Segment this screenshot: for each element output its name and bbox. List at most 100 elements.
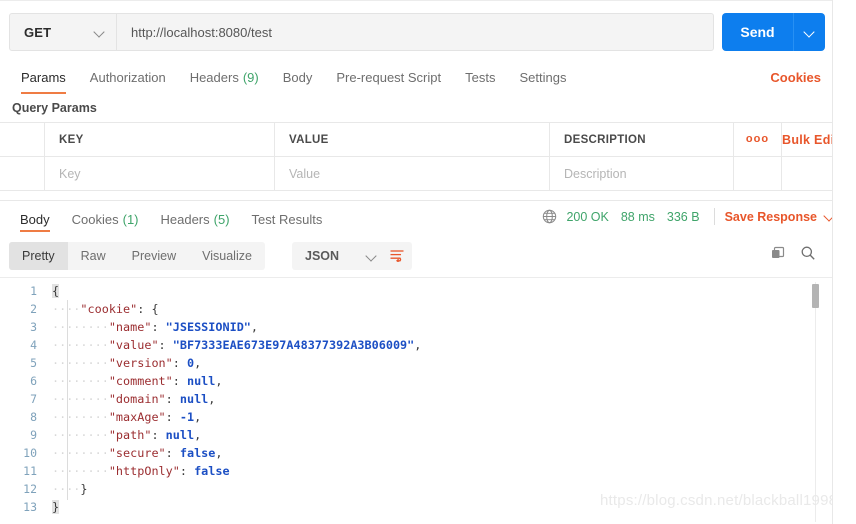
http-method-label: GET [24,24,52,40]
code-token: 0 [186,356,195,370]
code-token: : [179,464,195,478]
tab-settings[interactable]: Settings [507,62,578,93]
code-token: "domain" [108,392,166,406]
code-scrollbar-thumb[interactable] [812,284,819,308]
indent-guide: ········ [52,374,109,388]
status-code: 200 OK [566,209,609,224]
param-key-input[interactable]: Key [45,157,275,190]
divider [713,208,715,225]
view-mode-pretty[interactable]: Pretty [9,242,68,270]
view-mode-preview[interactable]: Preview [119,242,189,270]
row-checkbox-cell[interactable] [0,157,45,190]
view-mode-visualize[interactable]: Visualize [189,242,265,270]
table-options-button[interactable]: ooo [734,123,782,156]
code-line: ········"version": 0, [52,354,421,372]
line-number: 11 [23,464,37,478]
line-number: 10 [23,446,37,460]
table-row: Key Value Description [0,157,832,191]
code-token: } [52,500,60,514]
json-code-content[interactable]: {····"cookie": {········"name": "JSESSIO… [52,282,421,516]
wrap-lines-button[interactable] [381,242,412,270]
request-tab-bar: Params Authorization Headers (9) Body Pr… [0,62,832,94]
line-number: 3 [30,320,37,334]
code-token: "cookie" [80,302,138,316]
search-icon[interactable] [800,245,816,261]
column-header-description: DESCRIPTION [550,123,734,156]
view-mode-raw[interactable]: Raw [68,242,119,270]
right-panel-background [833,0,856,524]
tab-count-badge: (5) [213,211,230,227]
response-tab-headers[interactable]: Headers (5) [150,206,241,232]
code-token: , [414,338,422,352]
tab-pre-request-script[interactable]: Pre-request Script [324,62,453,93]
response-format-label: JSON [305,249,340,263]
response-separator [0,200,832,201]
tab-label: Headers [189,70,239,85]
code-token: "version" [108,356,173,370]
chevron-down-icon [94,27,105,38]
code-token: "httpOnly" [108,464,180,478]
code-token: "name" [108,320,152,334]
copy-icon[interactable] [770,245,786,261]
save-response-button[interactable]: Save Response [725,210,835,224]
query-params-table: KEY VALUE DESCRIPTION ooo Bulk Edit Key … [0,122,832,191]
send-button[interactable]: Send [722,13,794,51]
row-options-cell[interactable] [734,157,782,190]
cookies-link[interactable]: Cookies [770,62,821,93]
tab-body[interactable]: Body [271,62,325,93]
response-body-viewer[interactable]: 12345678910111213 {····"cookie": {······… [0,277,832,524]
viewer-action-icons [770,245,816,261]
code-line: ········"httpOnly": false [52,462,421,480]
url-input[interactable]: http://localhost:8080/test [117,13,714,51]
code-line: ········"secure": false, [52,444,421,462]
response-status-bar: 200 OK 88 ms 336 B Save Response [542,208,835,225]
code-token: : [151,320,166,334]
line-number: 7 [30,392,37,406]
code-scrollbar-track[interactable] [815,282,816,522]
code-token: , [215,374,223,388]
code-token: "maxAge" [108,410,166,424]
http-method-select[interactable]: GET [9,13,117,51]
code-token: , [194,356,202,370]
code-token: "path" [108,428,152,442]
code-token: false [194,464,230,478]
code-token: -1 [179,410,195,424]
response-format-select[interactable]: JSON [292,242,386,270]
code-token: false [179,446,216,460]
param-value-input[interactable]: Value [275,157,550,190]
code-token: : [172,356,187,370]
indent-guide: ········ [52,392,109,406]
tab-params[interactable]: Params [9,62,78,94]
tab-authorization[interactable]: Authorization [78,62,178,93]
code-line: { [52,282,421,300]
select-all-cell[interactable] [0,123,45,156]
indent-guide: ········ [52,338,109,352]
response-tab-test-results[interactable]: Test Results [241,206,334,232]
code-line: ····} [52,480,421,498]
code-line: ········"domain": null, [52,390,421,408]
tab-headers[interactable]: Headers (9) [178,62,271,93]
code-token: "BF7333EAE673E97A48377392A3B06009" [172,338,415,352]
code-line: ········"comment": null, [52,372,421,390]
tab-tests[interactable]: Tests [453,62,507,93]
code-line: ········"value": "BF7333EAE673E97A483773… [52,336,421,354]
tab-label: Cookies [71,211,119,227]
send-options-button[interactable] [794,13,825,51]
code-token: , [194,428,202,442]
code-token: , [250,320,259,334]
row-spacer-cell [782,157,832,190]
response-tab-body[interactable]: Body [9,206,61,232]
response-tab-bar: Body Cookies (1) Headers (5) Test Result… [9,206,333,232]
code-token: null [165,428,195,442]
response-tab-cookies[interactable]: Cookies (1) [61,206,150,232]
bulk-edit-button[interactable]: Bulk Edit [782,133,832,147]
tab-label: Body [282,70,313,85]
response-size: 336 B [666,209,700,224]
query-params-title: Query Params [12,101,97,115]
indent-guide: ········ [52,464,109,478]
tab-count-badge: (1) [122,211,139,227]
code-token: , [208,392,216,406]
code-token: , [215,446,223,460]
param-description-input[interactable]: Description [550,157,734,190]
chevron-down-icon [804,27,815,38]
